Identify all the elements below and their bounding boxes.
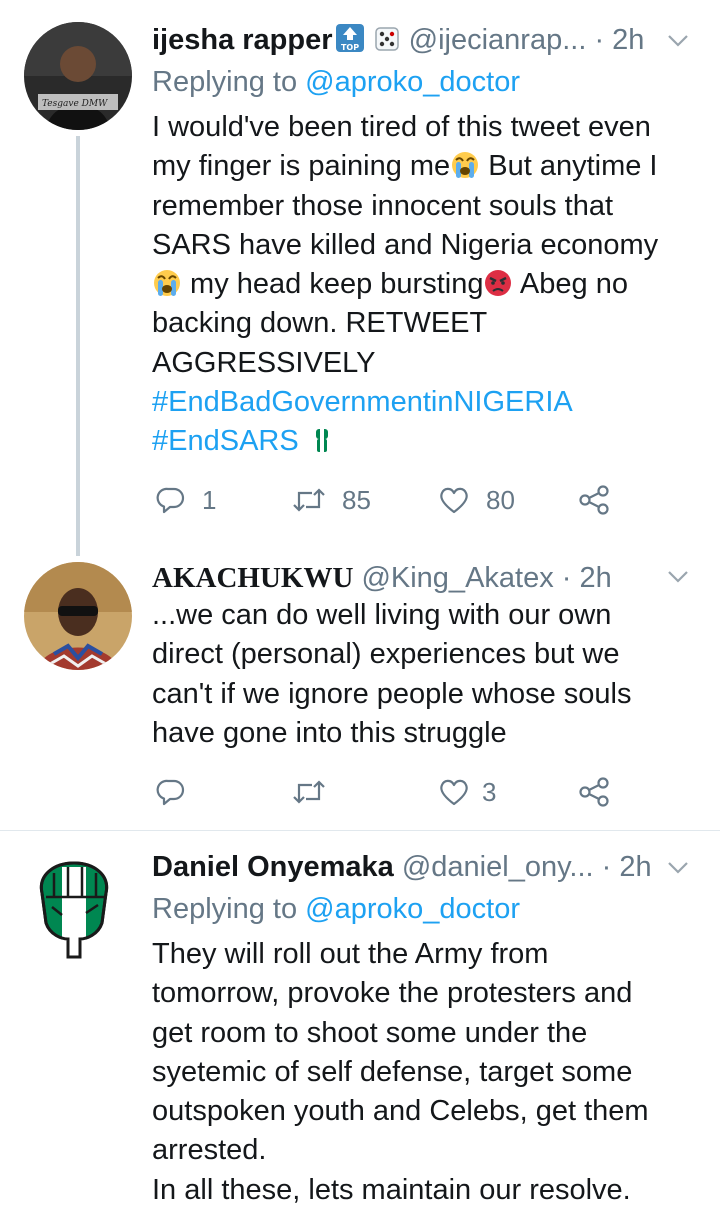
text-fragment: Abeg no bbox=[513, 268, 628, 301]
tweet-header: AKACHUKWU @King_Akatex · 2h bbox=[152, 558, 660, 598]
timestamp[interactable]: · 2h bbox=[594, 24, 644, 56]
tweet-3[interactable]: Daniel Onyemaka @daniel_ony... · 2h Repl… bbox=[0, 831, 720, 1208]
mention-link[interactable]: @aproko_doctor bbox=[305, 893, 520, 925]
text-line: remember those innocent souls that bbox=[152, 189, 614, 222]
chevron-down-icon[interactable] bbox=[664, 562, 692, 590]
raised-fist-emoji-icon bbox=[315, 429, 328, 453]
retweet-count: 85 bbox=[342, 484, 371, 515]
hashtag-link[interactable]: #EndSARS bbox=[152, 425, 299, 457]
text-line: In all these, lets maintain our resolve. bbox=[152, 1173, 631, 1206]
tweet-text: ...we can do well living with our own di… bbox=[152, 596, 692, 753]
crying-emoji-icon bbox=[154, 270, 180, 297]
text-line: my head keep bursting Abeg no bbox=[152, 265, 692, 304]
text-fragment: my head keep bursting bbox=[182, 268, 484, 301]
text-line: #EndSARS bbox=[152, 422, 692, 461]
share-button[interactable] bbox=[578, 772, 610, 812]
hashtag-link[interactable]: #EndBadGovernmentinNIGERIA bbox=[152, 383, 692, 422]
share-button[interactable] bbox=[578, 480, 610, 520]
reply-icon bbox=[156, 487, 185, 514]
replying-to-label: Replying to bbox=[152, 893, 306, 925]
tweet-header: ijesha rapper TOP @ijecianrap... · 2h bbox=[152, 20, 660, 60]
mention-link[interactable]: @aproko_doctor bbox=[305, 66, 520, 98]
replying-to: Replying to @aproko_doctor bbox=[152, 889, 520, 929]
text-line: can't if we ignore people whose souls bbox=[152, 677, 632, 710]
text-fragment: my finger is paining me bbox=[152, 150, 451, 183]
tweet-header: Daniel Onyemaka @daniel_ony... · 2h bbox=[152, 847, 660, 887]
retweet-button[interactable] bbox=[292, 772, 342, 812]
svg-text:Tesgave DMW: Tesgave DMW bbox=[42, 99, 108, 109]
share-icon bbox=[579, 777, 609, 807]
top-emoji-icon: TOP bbox=[335, 24, 364, 52]
text-line: my finger is paining me But anytime I bbox=[152, 147, 692, 186]
svg-text:TOP: TOP bbox=[340, 43, 358, 52]
text-line: SARS have killed and Nigeria economy bbox=[152, 228, 659, 261]
chevron-down-icon[interactable] bbox=[664, 26, 692, 54]
like-icon bbox=[440, 779, 468, 806]
tweet-actions: 1 85 80 bbox=[152, 480, 632, 520]
like-button[interactable]: 80 bbox=[438, 480, 515, 520]
timestamp[interactable]: · 2h bbox=[602, 851, 652, 883]
text-line: tomorrow, provoke the protesters and bbox=[152, 977, 633, 1010]
retweet-icon bbox=[293, 488, 325, 512]
angry-emoji-icon bbox=[485, 270, 512, 297]
like-icon bbox=[440, 487, 468, 514]
text-line: They will roll out the Army from bbox=[152, 938, 549, 970]
handle[interactable]: @ijecianrap... bbox=[409, 24, 587, 56]
handle[interactable]: @daniel_ony... bbox=[402, 851, 594, 883]
reply-button[interactable] bbox=[156, 772, 202, 812]
avatar[interactable] bbox=[24, 853, 124, 963]
text-line: ...we can do well living with our own bbox=[152, 599, 612, 631]
avatar[interactable] bbox=[24, 562, 132, 670]
like-count: 3 bbox=[482, 776, 497, 807]
display-name[interactable]: Daniel Onyemaka bbox=[152, 851, 394, 883]
display-name[interactable]: ijesha rapper bbox=[152, 24, 333, 56]
tweet-text: They will roll out the Army from tomorro… bbox=[152, 935, 692, 1210]
text-line: direct (personal) experiences but we bbox=[152, 638, 620, 671]
retweet-icon bbox=[293, 780, 325, 804]
like-count: 80 bbox=[486, 484, 515, 515]
avatar[interactable]: Tesgave DMW bbox=[24, 22, 132, 130]
text-line: outspoken youth and Celebs, get them bbox=[152, 1095, 649, 1128]
like-button[interactable]: 3 bbox=[438, 772, 496, 812]
text-line: I would've been tired of this tweet even bbox=[152, 111, 651, 143]
tweet-1[interactable]: Tesgave DMW ijesha rapper TOP @ijecianrap… bbox=[0, 0, 720, 556]
reply-icon bbox=[156, 779, 185, 806]
display-name[interactable]: AKACHUKWU bbox=[152, 562, 353, 594]
text-line: syetemic of self defense, target some bbox=[152, 1055, 633, 1088]
text-line: have gone into this struggle bbox=[152, 716, 507, 749]
text-fragment: But anytime I bbox=[480, 150, 658, 183]
tweet-2[interactable]: AKACHUKWU @King_Akatex · 2h ...we can do… bbox=[0, 540, 720, 830]
timestamp[interactable]: · 2h bbox=[562, 562, 612, 594]
reply-button[interactable]: 1 bbox=[156, 480, 216, 520]
handle[interactable]: @King_Akatex bbox=[361, 562, 553, 594]
text-line: arrested. bbox=[152, 1134, 267, 1167]
retweet-button[interactable]: 85 bbox=[292, 480, 371, 520]
replying-to: Replying to @aproko_doctor bbox=[152, 62, 520, 102]
replying-to-label: Replying to bbox=[152, 66, 306, 98]
dice-emoji-icon bbox=[374, 27, 399, 51]
crying-emoji-icon bbox=[452, 152, 479, 179]
share-icon bbox=[579, 485, 609, 515]
chevron-down-icon[interactable] bbox=[664, 853, 692, 881]
thread-line bbox=[76, 136, 80, 556]
text-line: AGGRESSIVELY bbox=[152, 346, 376, 379]
tweet-actions: 3 bbox=[152, 772, 632, 812]
reply-count: 1 bbox=[202, 484, 217, 515]
text-line: get room to shoot some under the bbox=[152, 1016, 588, 1049]
tweet-text: I would've been tired of this tweet even… bbox=[152, 108, 692, 462]
text-line: backing down. RETWEET bbox=[152, 307, 488, 340]
